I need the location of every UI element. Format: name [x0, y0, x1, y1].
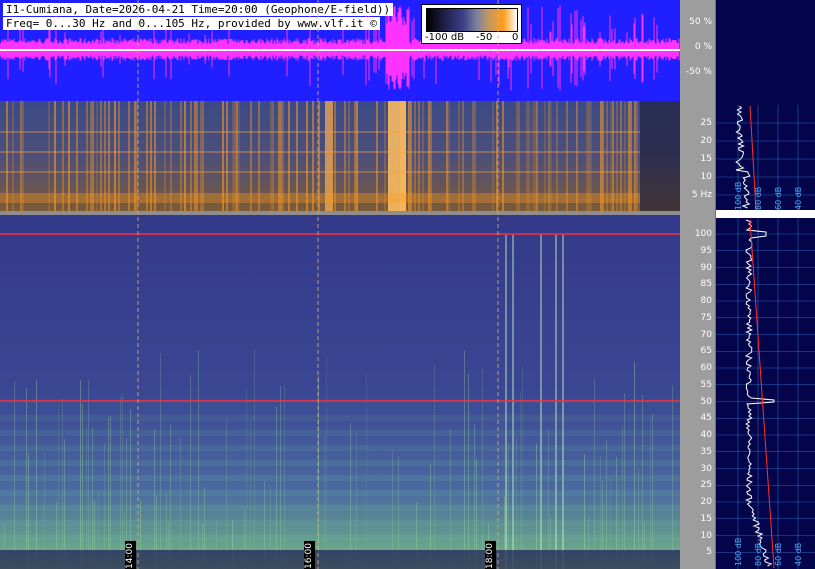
vlf-spectrogram-viewer: I1-Cumiana, Date=2026-04-21 Time=20:00 (… [0, 0, 815, 569]
freq-tick-high: 35 [700, 446, 712, 457]
freq-tick-high: 45 [700, 413, 712, 424]
profile-db-label-bottom: 60 dB [774, 543, 783, 566]
profile-db-label-bottom: 80 dB [754, 543, 763, 566]
time-label-14: 14:00 [125, 541, 136, 569]
freq-tick-high: 55 [700, 379, 712, 390]
amplitude-tick: 50 % [689, 17, 712, 27]
freq-tick-low: 5 Hz [691, 190, 712, 200]
freq-tick-high: 65 [700, 346, 712, 357]
freq-tick-high: 20 [700, 497, 712, 507]
freq-tick-low: 15 [700, 154, 712, 164]
time-marker-lines [137, 0, 499, 569]
freq-tick-high: 5 [706, 547, 712, 558]
spectrum-profile-panel: 100 dB 80 dB 60 dB 40 dB 100 dB 80 dB 60 dB 40 … [715, 0, 815, 569]
amplitude-tick: -50 % [685, 67, 712, 77]
freq-tick-high: 85 [700, 279, 712, 290]
freq-tick-high: 50 [700, 396, 712, 407]
profile-db-label-top: 60 dB [774, 187, 783, 210]
amplitude-tick: 0 % [694, 42, 712, 52]
profile-db-label-bottom: 40 dB [794, 543, 803, 566]
freq-tick-high: 70 [700, 329, 712, 340]
axis-scale-column: 50 % 0 % -50 % 25 20 15 10 5 Hz 100 95 90 85 80 75 70 6… [680, 0, 715, 569]
freq-tick-high: 60 [700, 363, 712, 373]
freq-tick-low: 20 [700, 136, 712, 146]
profile-db-label-top: 100 dB [734, 182, 743, 210]
freq-tick-high: 15 [700, 513, 712, 524]
time-label-18: 18:00 [485, 541, 496, 569]
freq-tick-high: 80 [700, 296, 712, 306]
profile-db-label-top: 40 dB [794, 187, 803, 210]
freq-tick-high: 30 [700, 463, 712, 474]
profile-plot: 100 dB 80 dB 60 dB 40 dB 100 dB 80 dB 60 dB 40 … [716, 105, 815, 569]
freq-tick-high: 25 [700, 480, 712, 491]
freq-tick-high: 40 [700, 430, 712, 440]
profile-db-label-bottom: 100 dB [734, 538, 743, 566]
freq-tick-high: 95 [700, 245, 712, 256]
freq-tick-low: 25 [700, 118, 712, 128]
freq-tick-high: 90 [700, 262, 712, 273]
profile-db-label-top: 80 dB [754, 187, 763, 210]
freq-tick-high: 10 [700, 530, 712, 541]
time-label-16: 16:00 [304, 541, 315, 569]
freq-tick-low: 10 [700, 172, 712, 182]
freq-tick-high: 75 [700, 312, 712, 323]
freq-tick-high: 100 [694, 229, 712, 239]
